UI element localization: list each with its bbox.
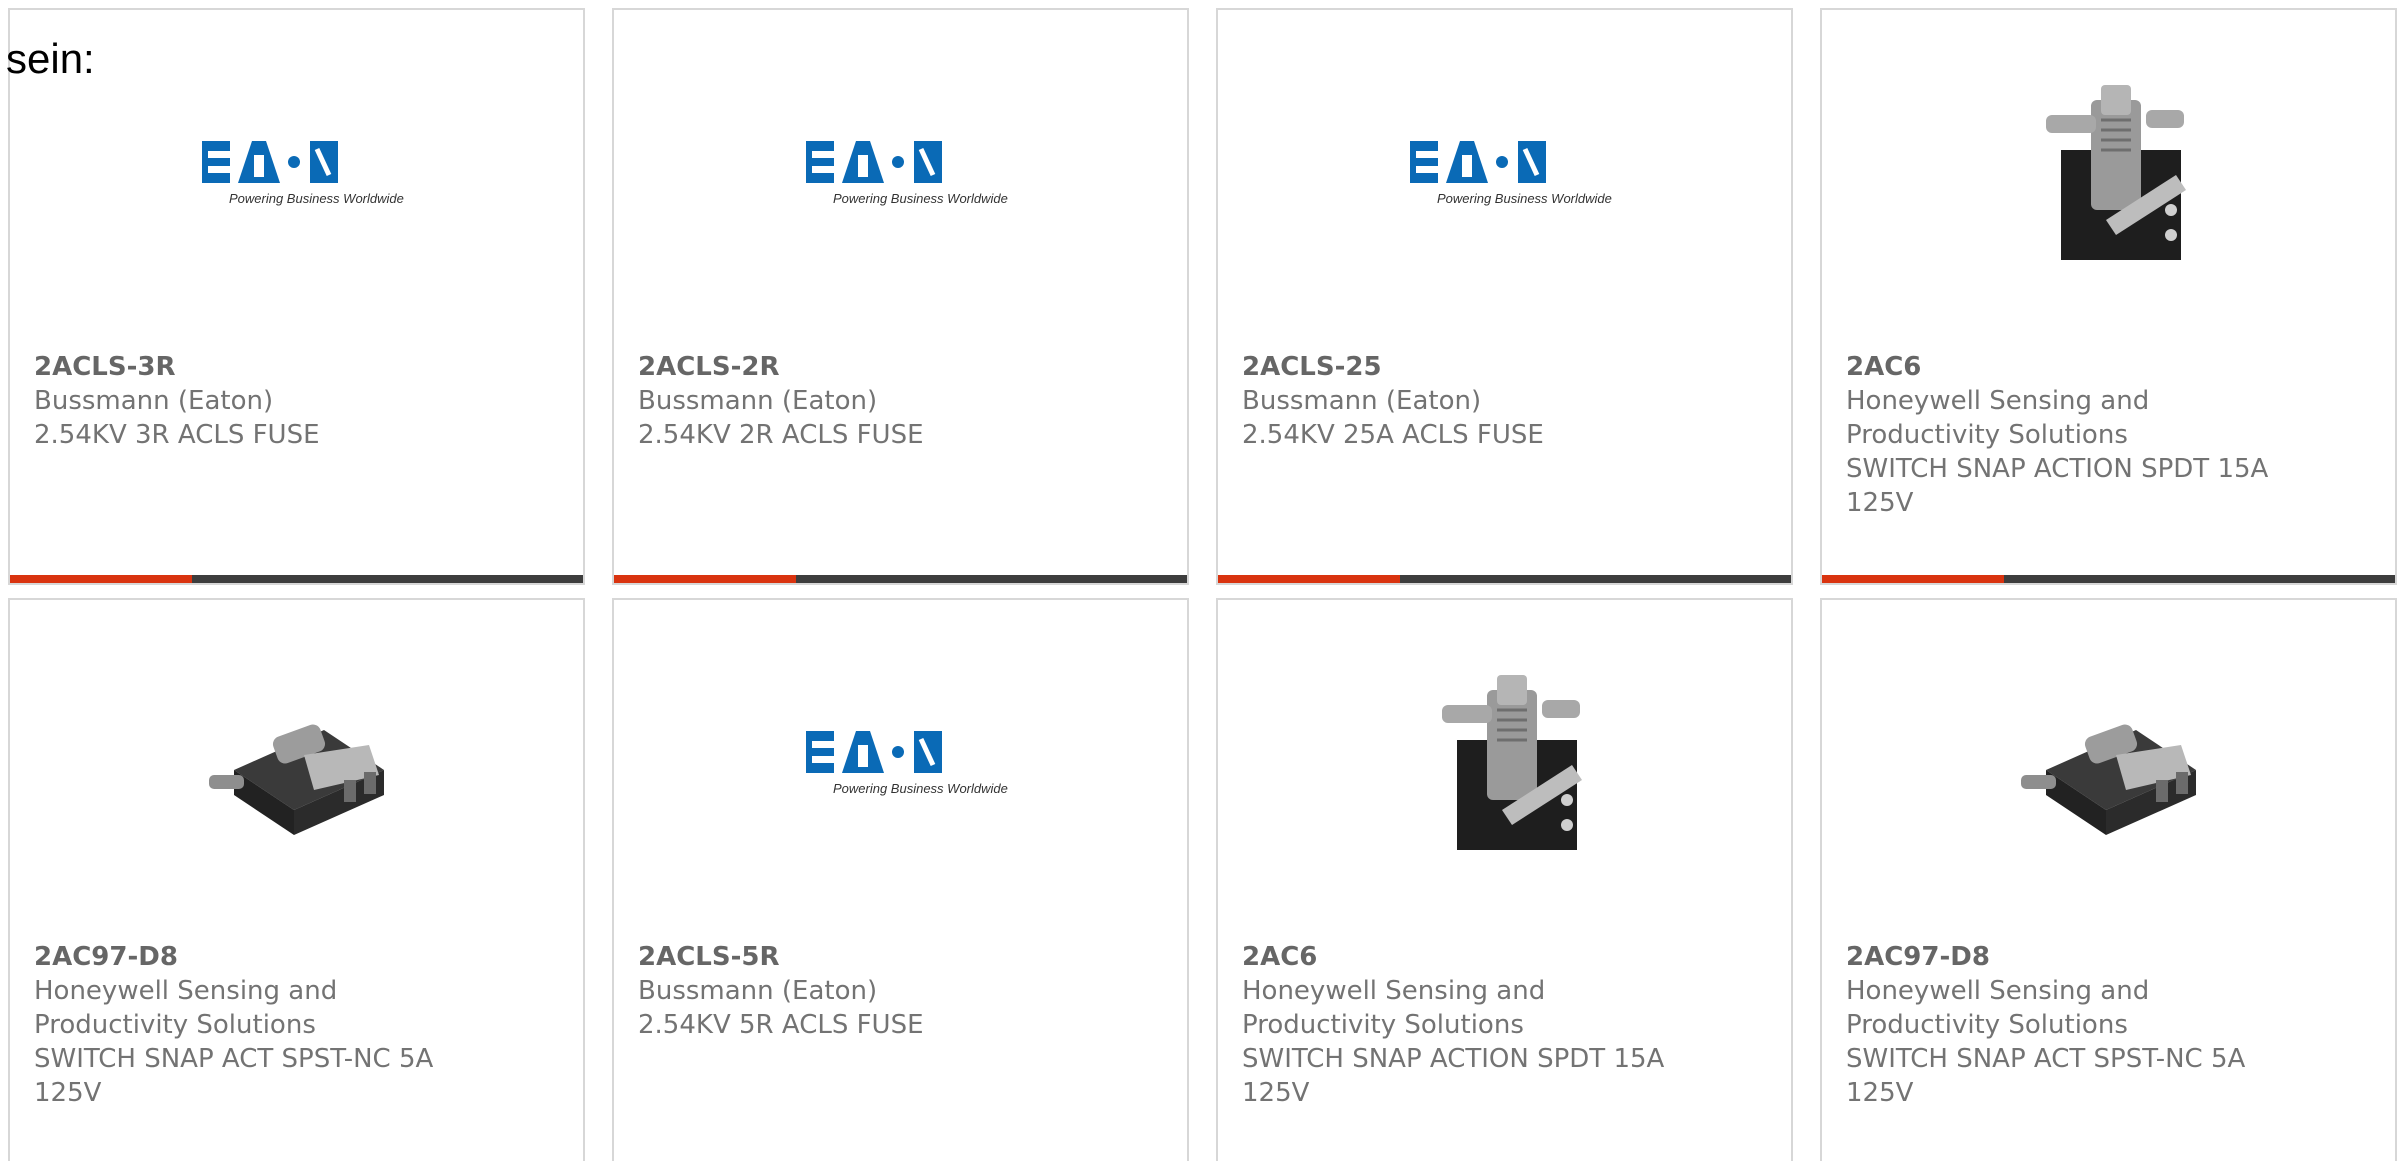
- description: SWITCH SNAP ACTION SPDT 15A: [1846, 454, 2269, 484]
- product-card[interactable]: Powering Business Worldwide 2ACLS-5R Bus…: [612, 598, 1189, 1161]
- description: SWITCH SNAP ACT SPST-NC 5A: [1846, 1044, 2246, 1074]
- part-number: 2ACLS-3R: [34, 352, 176, 382]
- product-grid-page: sein: Powering Business Worldwide 2ACLS-: [0, 0, 2400, 1161]
- product-info: 2ACLS-3R Bussmann (Eaton) 2.54KV 3R ACLS…: [34, 350, 559, 452]
- description: SWITCH SNAP ACT SPST-NC 5A: [34, 1044, 434, 1074]
- snap-switch-icon: [2021, 724, 2196, 835]
- snap-switch-icon: [2046, 85, 2186, 260]
- eaton-logo-image: Powering Business Worldwide: [798, 660, 1008, 870]
- card-bottom-bar: [1218, 575, 1791, 583]
- card-bottom-bar: [614, 575, 1187, 583]
- eaton-logo-image: Powering Business Worldwide: [798, 70, 1008, 280]
- description: 2.54KV 5R ACLS FUSE: [638, 1010, 924, 1040]
- svg-text:Powering Business Worldwide: Powering Business Worldwide: [229, 191, 404, 206]
- snap-switch-image: [2006, 70, 2216, 280]
- description: 2.54KV 25A ACLS FUSE: [1242, 420, 1544, 450]
- svg-text:Powering Business Worldwide: Powering Business Worldwide: [833, 191, 1008, 206]
- svg-text:Powering Business Worldwide: Powering Business Worldwide: [1437, 191, 1612, 206]
- product-card[interactable]: Powering Business Worldwide 2ACLS-25 Bus…: [1216, 8, 1793, 585]
- eaton-logo-icon: Powering Business Worldwide: [1410, 141, 1612, 206]
- svg-text:Powering Business Worldwide: Powering Business Worldwide: [833, 781, 1008, 796]
- product-card[interactable]: 2AC6 Honeywell Sensing and Productivity …: [1216, 598, 1793, 1161]
- product-info: 2AC6 Honeywell Sensing and Productivity …: [1242, 940, 1767, 1110]
- eaton-logo-image: Powering Business Worldwide: [194, 70, 404, 280]
- product-info: 2AC6 Honeywell Sensing and Productivity …: [1846, 350, 2371, 520]
- manufacturer: Honeywell Sensing and: [34, 976, 338, 1006]
- card-bar-accent: [1218, 575, 1400, 583]
- manufacturer: Honeywell Sensing and: [1846, 386, 2150, 416]
- card-bar-accent: [10, 575, 192, 583]
- description: 125V: [1242, 1078, 1310, 1108]
- manufacturer: Productivity Solutions: [1846, 1010, 2128, 1040]
- part-number: 2AC6: [1242, 942, 1318, 972]
- card-bar-accent: [1822, 575, 2004, 583]
- manufacturer: Productivity Solutions: [34, 1010, 316, 1040]
- product-info: 2AC97-D8 Honeywell Sensing and Productiv…: [34, 940, 559, 1110]
- description: 125V: [1846, 1078, 1914, 1108]
- description: 125V: [1846, 488, 1914, 518]
- manufacturer: Bussmann (Eaton): [34, 386, 274, 416]
- part-number: 2ACLS-2R: [638, 352, 780, 382]
- intro-text: sein:: [6, 35, 95, 82]
- product-info: 2ACLS-5R Bussmann (Eaton) 2.54KV 5R ACLS…: [638, 940, 1163, 1042]
- product-card[interactable]: 2AC97-D8 Honeywell Sensing and Productiv…: [8, 598, 585, 1161]
- eaton-logo-image: Powering Business Worldwide: [1402, 70, 1612, 280]
- description: 125V: [34, 1078, 102, 1108]
- product-info: 2ACLS-2R Bussmann (Eaton) 2.54KV 2R ACLS…: [638, 350, 1163, 452]
- description: SWITCH SNAP ACTION SPDT 15A: [1242, 1044, 1665, 1074]
- snap-switch-image: [1402, 660, 1612, 870]
- product-card[interactable]: 2AC6 Honeywell Sensing and Productivity …: [1820, 8, 2397, 585]
- part-number: 2AC97-D8: [34, 942, 178, 972]
- product-card[interactable]: Powering Business Worldwide 2ACLS-3R Bus…: [8, 8, 585, 585]
- part-number: 2AC6: [1846, 352, 1922, 382]
- manufacturer: Bussmann (Eaton): [638, 976, 878, 1006]
- description: 2.54KV 3R ACLS FUSE: [34, 420, 320, 450]
- manufacturer: Productivity Solutions: [1242, 1010, 1524, 1040]
- manufacturer: Honeywell Sensing and: [1242, 976, 1546, 1006]
- snap-switch-icon: [1442, 675, 1582, 850]
- snap-switch-image: [194, 660, 404, 870]
- product-card[interactable]: 2AC97-D8 Honeywell Sensing and Productiv…: [1820, 598, 2397, 1161]
- eaton-logo-icon: Powering Business Worldwide: [806, 141, 1008, 206]
- snap-switch-image: [2006, 660, 2216, 870]
- product-info: 2ACLS-25 Bussmann (Eaton) 2.54KV 25A ACL…: [1242, 350, 1767, 452]
- product-info: 2AC97-D8 Honeywell Sensing and Productiv…: [1846, 940, 2371, 1110]
- eaton-logo-icon: Powering Business Worldwide: [806, 731, 1008, 796]
- card-bottom-bar: [10, 575, 583, 583]
- eaton-logo-icon: Powering Business Worldwide: [202, 141, 404, 206]
- manufacturer: Honeywell Sensing and: [1846, 976, 2150, 1006]
- part-number: 2AC97-D8: [1846, 942, 1990, 972]
- product-card[interactable]: Powering Business Worldwide 2ACLS-2R Bus…: [612, 8, 1189, 585]
- part-number: 2ACLS-25: [1242, 352, 1382, 382]
- card-bottom-bar: [1822, 575, 2395, 583]
- card-bar-accent: [614, 575, 796, 583]
- manufacturer: Bussmann (Eaton): [638, 386, 878, 416]
- manufacturer: Bussmann (Eaton): [1242, 386, 1482, 416]
- description: 2.54KV 2R ACLS FUSE: [638, 420, 924, 450]
- product-grid: Powering Business Worldwide 2ACLS-3R Bus…: [8, 8, 2397, 1161]
- part-number: 2ACLS-5R: [638, 942, 780, 972]
- snap-switch-icon: [209, 724, 384, 835]
- manufacturer: Productivity Solutions: [1846, 420, 2128, 450]
